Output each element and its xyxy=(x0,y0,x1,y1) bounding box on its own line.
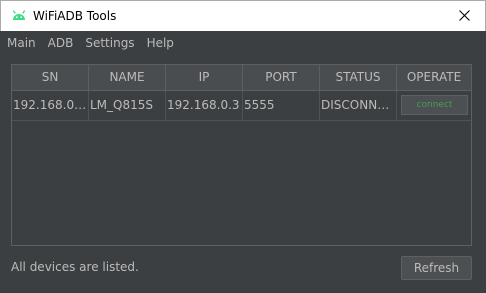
column-header-status[interactable]: STATUS xyxy=(320,65,397,90)
menu-bar: Main ADB Settings Help xyxy=(0,31,486,55)
table-row[interactable]: 192.168.0.3... LM_Q815S 192.168.0.3 5555… xyxy=(12,91,471,121)
table-header: SN NAME IP PORT STATUS OPERATE xyxy=(12,65,471,91)
window-title: WiFiADB Tools xyxy=(33,9,117,23)
cell-name: LM_Q815S xyxy=(89,91,166,120)
cell-operate: connect xyxy=(397,91,471,120)
close-button[interactable] xyxy=(445,1,485,31)
column-header-port[interactable]: PORT xyxy=(243,65,320,90)
cell-status: DISCONNE... xyxy=(320,91,397,120)
close-icon xyxy=(459,10,470,21)
devices-table: SN NAME IP PORT STATUS OPERATE 192.168.0… xyxy=(11,64,472,246)
column-header-ip[interactable]: IP xyxy=(166,65,243,90)
android-icon xyxy=(11,8,27,24)
status-text: All devices are listed. xyxy=(11,260,139,274)
column-header-operate[interactable]: OPERATE xyxy=(397,65,471,90)
column-header-name[interactable]: NAME xyxy=(89,65,166,90)
cell-port: 5555 xyxy=(243,91,320,120)
menu-main[interactable]: Main xyxy=(0,31,42,55)
refresh-button[interactable]: Refresh xyxy=(401,256,472,280)
menu-settings[interactable]: Settings xyxy=(79,31,140,55)
cell-ip: 192.168.0.3 xyxy=(166,91,243,120)
column-header-sn[interactable]: SN xyxy=(12,65,89,90)
menu-help[interactable]: Help xyxy=(141,31,180,55)
cell-sn: 192.168.0.3... xyxy=(12,91,89,120)
connect-button[interactable]: connect xyxy=(401,95,468,115)
menu-adb[interactable]: ADB xyxy=(42,31,80,55)
title-bar: WiFiADB Tools xyxy=(0,0,486,31)
